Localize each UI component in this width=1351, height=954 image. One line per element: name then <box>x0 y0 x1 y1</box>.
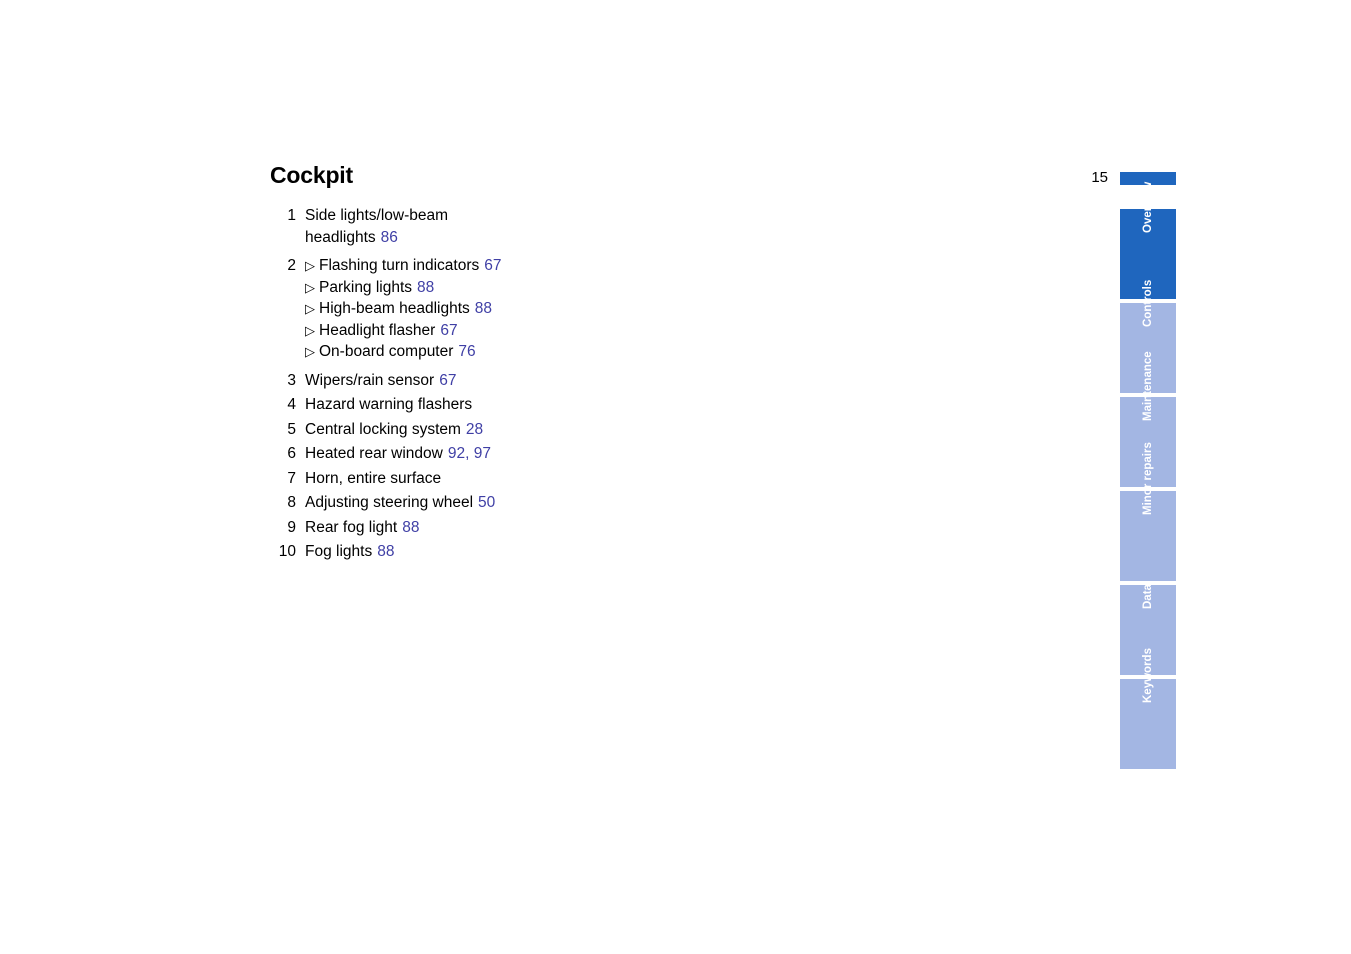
section-tab-label-wrapper: Maintenance <box>1120 333 1176 423</box>
legend-item-body: Adjusting steering wheel 50 <box>305 492 495 514</box>
legend-label: Rear fog light <box>305 518 398 536</box>
legend-label: On-board computer <box>319 343 454 360</box>
legend-line: Side lights/low-beam <box>305 205 448 227</box>
legend-line: Wipers/rain sensor 67 <box>305 370 456 392</box>
legend-item: 3 Wipers/rain sensor 67 <box>270 370 830 392</box>
page-title: Cockpit <box>270 162 353 188</box>
legend-label: Flashing turn indicators <box>319 257 480 274</box>
legend-line: ▷ Headlight flasher 67 <box>305 320 502 342</box>
legend-item: 7 Horn, entire surface <box>270 468 830 490</box>
legend-line: Rear fog light 88 <box>305 517 419 539</box>
legend-item-number: 7 <box>287 469 296 487</box>
legend-item: 4 Hazard warning flashers <box>270 394 830 416</box>
page-number: 15 <box>1091 169 1108 186</box>
section-tab-label-wrapper: Data <box>1120 521 1176 611</box>
legend-label: Heated rear window <box>305 445 443 462</box>
page-reference-link[interactable]: 88 <box>402 519 419 536</box>
legend-item-number: 2 <box>287 257 296 274</box>
legend-item: 10 Fog lights 88 <box>270 541 830 563</box>
section-tab-label: Overview <box>1142 181 1154 233</box>
section-tab-strip: Overview Controls Maintenance Minor repairs… <box>1120 182 1176 773</box>
page-reference-link[interactable]: 88 <box>417 279 434 296</box>
page-reference-link[interactable]: 88 <box>377 543 394 560</box>
page-reference-link[interactable]: 28 <box>466 421 483 438</box>
triangle-bullet-icon: ▷ <box>305 279 315 295</box>
page-reference-link[interactable]: 67 <box>484 257 501 274</box>
legend-line: headlights 86 <box>305 227 448 249</box>
legend-item-body: Wipers/rain sensor 67 <box>305 370 456 392</box>
legend-item: 9 Rear fog light 88 <box>270 517 830 539</box>
legend-line: Hazard warning flashers <box>305 394 472 416</box>
section-tab-label-wrapper: Overview <box>1120 145 1176 235</box>
page-reference-link[interactable]: 86 <box>381 229 398 246</box>
legend-line: ▷ On-board computer 76 <box>305 341 502 363</box>
legend-item-number: 4 <box>287 396 296 413</box>
section-tab-label: Controls <box>1142 279 1154 327</box>
legend-line: Central locking system 28 <box>305 419 483 441</box>
section-tab-label: Keywords <box>1142 648 1154 703</box>
legend-label: Fog lights <box>305 543 373 560</box>
legend-line: Adjusting steering wheel 50 <box>305 492 495 514</box>
page-reference-link[interactable]: 67 <box>440 322 457 339</box>
page-reference-link[interactable]: 92, 97 <box>448 445 491 462</box>
legend-item-number: 3 <box>287 371 296 389</box>
legend-label: headlights <box>305 228 376 246</box>
legend-label: High-beam headlights <box>319 300 470 317</box>
section-tab-label: Data <box>1142 584 1154 609</box>
legend-line: ▷ High-beam headlights 88 <box>305 298 502 320</box>
legend-item-body: Horn, entire surface <box>305 468 441 490</box>
legend-item-number: 9 <box>287 518 296 536</box>
page-reference-link[interactable]: 50 <box>478 494 495 511</box>
section-tab-label: Maintenance <box>1142 351 1154 421</box>
section-tab-keywords[interactable]: Keywords <box>1120 648 1176 769</box>
legend-item-body: Heated rear window 92, 97 <box>305 443 491 465</box>
legend-item-body: Fog lights 88 <box>305 541 394 563</box>
legend-label: Parking lights <box>319 278 413 296</box>
legend-item-body: Side lights/low-beam headlights 86 <box>305 205 448 248</box>
legend-item: 2 ▷ Flashing turn indicators 67 ▷ Parking lig… <box>270 255 830 363</box>
section-tab-label-wrapper: Controls <box>1120 239 1176 329</box>
legend-line: Horn, entire surface <box>305 468 441 490</box>
legend-item-body: Hazard warning flashers <box>305 394 472 416</box>
triangle-bullet-icon: ▷ <box>305 258 315 273</box>
legend-item-number: 10 <box>278 543 296 560</box>
legend-item-number: 1 <box>287 207 296 224</box>
legend-item-number: 8 <box>287 494 296 511</box>
page-reference-link[interactable]: 67 <box>439 372 456 389</box>
legend-label: Wipers/rain sensor <box>305 371 435 389</box>
legend-label: Horn, entire surface <box>305 469 442 487</box>
triangle-bullet-icon: ▷ <box>305 344 315 359</box>
section-tab-label: Minor repairs <box>1142 442 1154 515</box>
page-reference-link[interactable]: 88 <box>475 300 492 317</box>
triangle-bullet-icon: ▷ <box>305 322 315 338</box>
section-tab-label-wrapper: Keywords <box>1120 615 1176 705</box>
legend-item-body: Rear fog light 88 <box>305 517 419 539</box>
legend-line: Heated rear window 92, 97 <box>305 443 491 465</box>
legend-item-number: 5 <box>287 420 296 438</box>
cockpit-legend-list: 1 Side lights/low-beam headlights 86 2 ▷ Flash… <box>270 205 830 566</box>
legend-item-body: Central locking system 28 <box>305 419 483 441</box>
legend-item: 8 Adjusting steering wheel 50 <box>270 492 830 514</box>
legend-line: ▷ Flashing turn indicators 67 <box>305 255 502 277</box>
legend-label: Side lights/low-beam <box>305 207 449 224</box>
legend-item: 1 Side lights/low-beam headlights 86 <box>270 205 830 248</box>
legend-item-body: ▷ Flashing turn indicators 67 ▷ Parking ligh… <box>305 255 502 363</box>
legend-item: 5 Central locking system 28 <box>270 419 830 441</box>
page-reference-link[interactable]: 76 <box>458 343 475 360</box>
legend-label: Hazard warning flashers <box>305 396 473 413</box>
legend-item: 6 Heated rear window 92, 97 <box>270 443 830 465</box>
legend-item-number: 6 <box>287 445 296 462</box>
legend-line: Fog lights 88 <box>305 541 394 563</box>
section-tab-label-wrapper: Minor repairs <box>1120 427 1176 517</box>
legend-label: Adjusting steering wheel <box>305 494 474 511</box>
legend-line: ▷ Parking lights 88 <box>305 277 502 299</box>
legend-label: Headlight flasher <box>319 321 436 339</box>
legend-label: Central locking system <box>305 420 461 438</box>
triangle-bullet-icon: ▷ <box>305 301 315 316</box>
